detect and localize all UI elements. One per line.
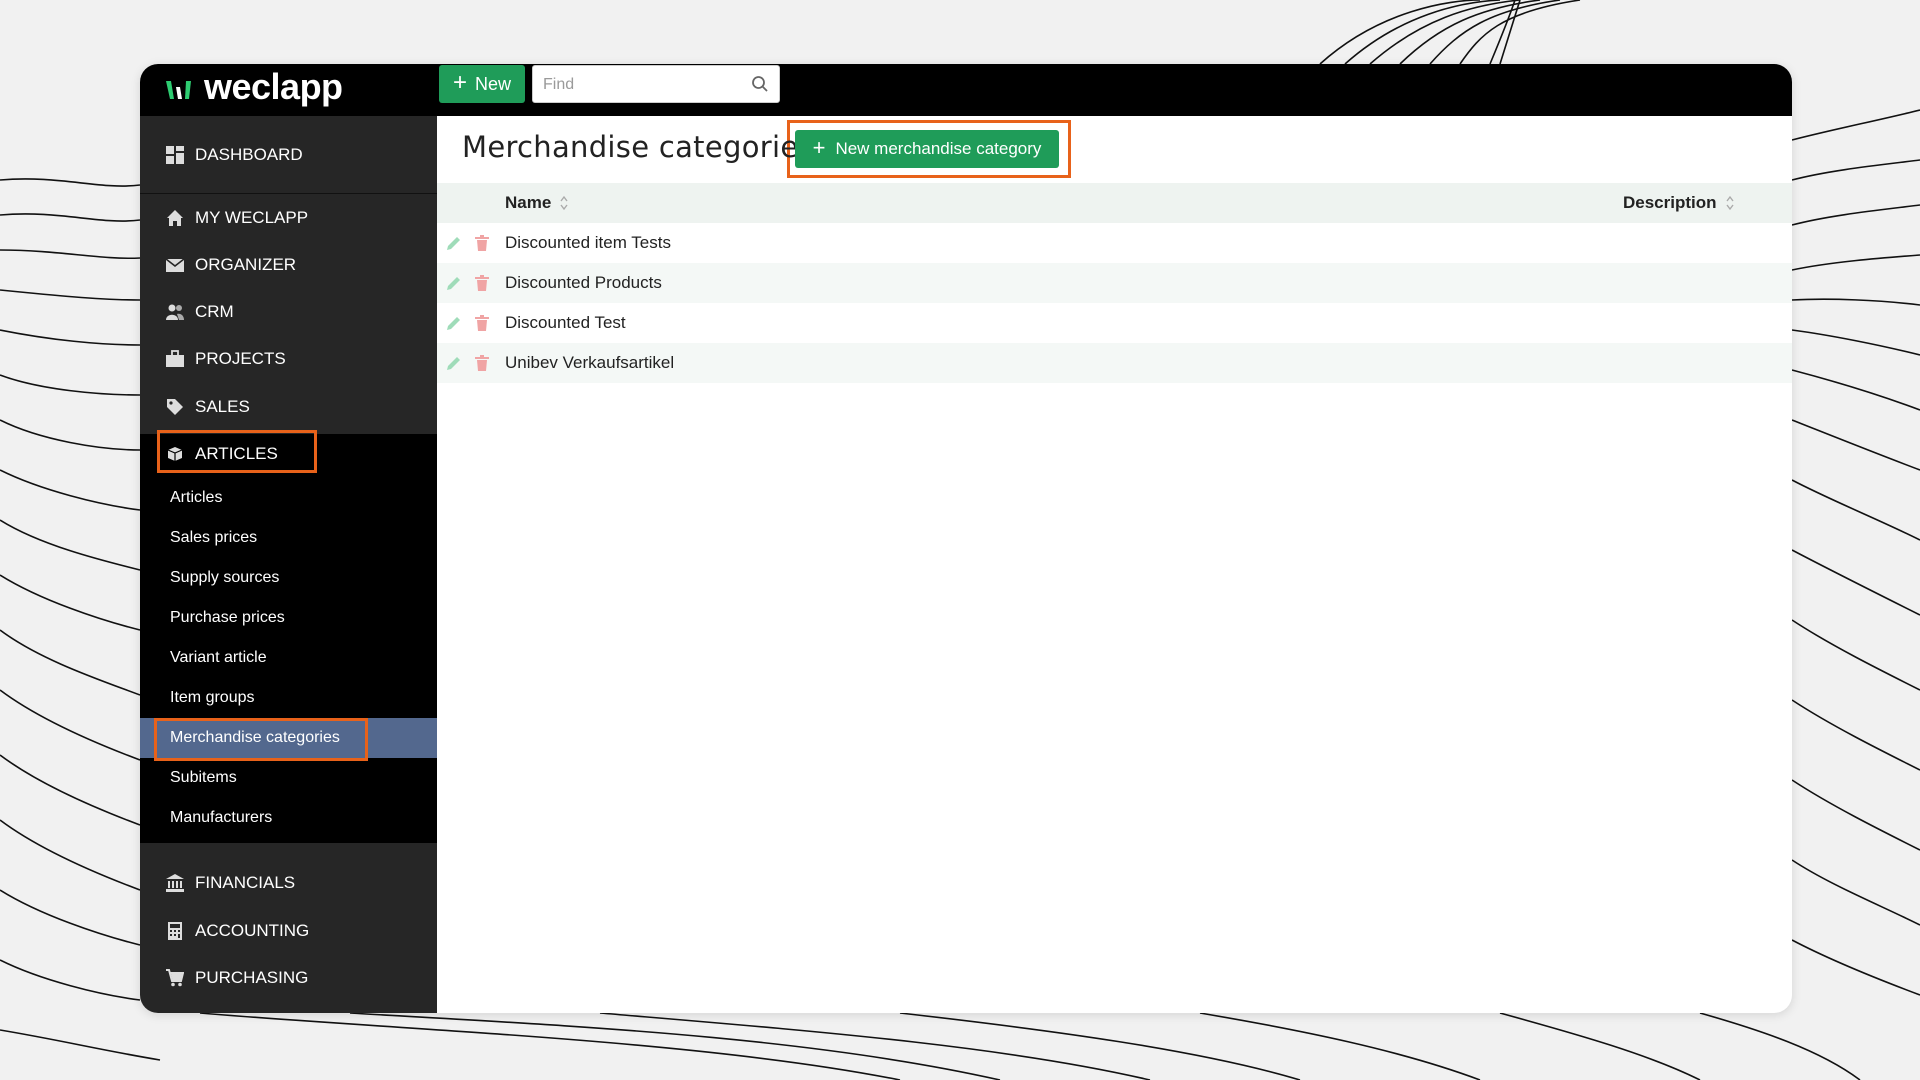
row-name: Discounted Products	[505, 273, 662, 292]
submenu-item-purchase-prices[interactable]: Purchase prices	[140, 598, 437, 638]
submenu-item-label: Merchandise categories	[170, 729, 340, 746]
edit-pencil-icon[interactable]	[445, 234, 463, 252]
submenu-item-label: Supply sources	[170, 569, 280, 586]
submenu-item-supply-sources[interactable]: Supply sources	[140, 558, 437, 598]
submenu-item-label: Purchase prices	[170, 609, 285, 626]
sidebar-item-sales[interactable]: SALES	[140, 384, 437, 430]
sidebar-item-label: FINANCIALS	[195, 873, 296, 892]
edit-pencil-icon[interactable]	[445, 314, 463, 332]
new-merchandise-category-button[interactable]: + New merchandise category	[795, 130, 1059, 168]
sidebar-item-accounting[interactable]: ACCOUNTING	[140, 908, 437, 954]
users-icon	[166, 304, 184, 320]
edit-pencil-icon[interactable]	[445, 354, 463, 372]
logo-text: weclapp	[204, 66, 343, 107]
sidebar-item-articles[interactable]: ARTICLES	[140, 431, 437, 477]
sidebar-item-projects[interactable]: PROJECTS	[140, 336, 437, 382]
column-header-description[interactable]: Description	[1623, 183, 1735, 223]
sidebar-item-my-weclapp[interactable]: MY WECLAPP	[140, 195, 437, 241]
submenu-item-label: Manufacturers	[170, 809, 273, 826]
trash-icon[interactable]	[474, 274, 490, 292]
sidebar-item-label: ACCOUNTING	[195, 921, 310, 940]
column-header-label: Description	[1623, 193, 1717, 212]
divider	[140, 193, 437, 194]
page-title: Merchandise categories	[462, 130, 814, 164]
top-bar: weclapp + New	[140, 64, 1792, 116]
articles-submenu: ARTICLES Articles Sales prices Supply so…	[140, 434, 437, 843]
sidebar-item-label: PROJECTS	[195, 349, 286, 368]
submenu-item-merchandise-categories[interactable]: Merchandise categories	[140, 718, 437, 758]
sidebar-item-label: MY WECLAPP	[195, 208, 309, 227]
column-header-name[interactable]: Name	[505, 183, 569, 223]
column-header-label: Name	[505, 193, 552, 212]
sort-icon	[560, 195, 568, 211]
sidebar-item-dashboard[interactable]: DASHBOARD	[140, 132, 437, 178]
table-row: Discounted Test	[437, 303, 1792, 343]
row-name: Discounted Test	[505, 313, 626, 332]
weclapp-logo-icon	[166, 81, 191, 99]
table-row: Unibev Verkaufsartikel	[437, 343, 1792, 383]
submenu-item-label: Sales prices	[170, 529, 258, 546]
cart-icon	[166, 969, 184, 987]
home-icon	[167, 210, 183, 226]
find-field[interactable]	[532, 65, 780, 104]
calculator-icon	[168, 922, 182, 940]
sidebar-item-label: PURCHASING	[195, 968, 309, 987]
plus-icon: +	[452, 69, 467, 96]
sidebar-item-financials[interactable]: FINANCIALS	[140, 860, 437, 906]
submenu-item-variant-article[interactable]: Variant article	[140, 638, 437, 678]
sidebar-item-organizer[interactable]: ORGANIZER	[140, 242, 437, 288]
app-window: weclapp + New DASHBOARD MY	[140, 64, 1792, 1013]
sidebar-item-label: DASHBOARD	[195, 145, 303, 164]
envelope-icon	[166, 258, 184, 272]
search-icon[interactable]	[751, 75, 769, 93]
logo[interactable]: weclapp	[164, 64, 343, 116]
bank-icon	[166, 874, 184, 892]
sidebar-item-label: ORGANIZER	[195, 255, 297, 274]
submenu-item-label: Articles	[170, 489, 223, 506]
tag-icon	[167, 399, 183, 415]
table-row: Discounted item Tests	[437, 223, 1792, 263]
briefcase-icon	[166, 350, 184, 367]
sidebar-item-label: SALES	[195, 397, 250, 416]
edit-pencil-icon[interactable]	[445, 274, 463, 292]
sidebar-item-label: CRM	[195, 302, 234, 321]
submenu-item-manufacturers[interactable]: Manufacturers	[140, 798, 437, 838]
trash-icon[interactable]	[474, 354, 490, 372]
box-icon	[167, 447, 183, 461]
sort-icon	[1725, 195, 1734, 211]
plus-icon: +	[812, 135, 826, 160]
row-name: Discounted item Tests	[505, 233, 671, 252]
find-input[interactable]	[541, 66, 745, 104]
table-header: Name Description	[437, 183, 1792, 223]
trash-icon[interactable]	[474, 234, 490, 252]
sidebar-item-crm[interactable]: CRM	[140, 289, 437, 335]
submenu-item-label: Item groups	[170, 689, 255, 706]
new-button[interactable]: + New	[439, 65, 525, 103]
new-button-label: New	[475, 73, 512, 94]
dashboard-icon	[166, 146, 184, 164]
submenu-item-sales-prices[interactable]: Sales prices	[140, 518, 437, 558]
sidebar: DASHBOARD MY WECLAPP ORGANIZER CRM PROJE…	[140, 116, 437, 1013]
submenu-item-subitems[interactable]: Subitems	[140, 758, 437, 798]
sidebar-item-purchasing[interactable]: PURCHASING	[140, 955, 437, 1001]
submenu-item-label: Subitems	[170, 769, 237, 786]
table-row: Discounted Products	[437, 263, 1792, 303]
submenu-item-item-groups[interactable]: Item groups	[140, 678, 437, 718]
new-merchandise-category-label: New merchandise category	[835, 139, 1042, 158]
submenu-item-articles[interactable]: Articles	[140, 478, 437, 518]
row-name: Unibev Verkaufsartikel	[505, 353, 675, 372]
sidebar-item-label: ARTICLES	[195, 444, 278, 463]
submenu-item-label: Variant article	[170, 649, 267, 666]
trash-icon[interactable]	[474, 314, 490, 332]
